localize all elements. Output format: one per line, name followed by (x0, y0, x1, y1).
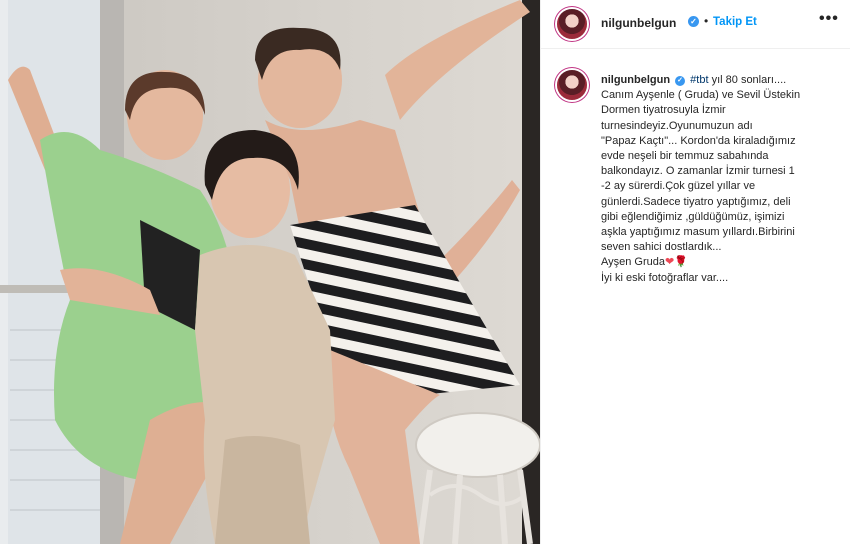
caption-avatar-icon[interactable] (557, 70, 587, 100)
caption-text: nilgunbelgun ✓ #tbt yıl 80 sonları.... C… (601, 73, 837, 286)
caption-line: gibi eğlendiğimiz ,güldüğümüz, işimizi (601, 210, 785, 223)
caption-line: balkondayız. O zamanlar İzmir turnesi 1 (601, 165, 795, 178)
heart-rose-emoji: ❤🌹 (665, 256, 688, 269)
separator-dot: • (704, 14, 709, 28)
verified-badge-icon: ✓ (675, 76, 686, 86)
post-side-panel: nilgunbelgun ✓ • Takip Et ••• nilgunbelg… (540, 0, 850, 544)
caption-line: günlerdi.Sadece tiyatro yaptığımız, deli (601, 195, 791, 208)
caption-line: Dormen tiyatrosuyla İzmir (601, 104, 726, 117)
verified-badge-icon: ✓ (688, 16, 699, 27)
caption-line: turnesindeyiz.Oyunumuzun adı (601, 119, 753, 132)
caption-line: seven sahici dostlardık... (601, 241, 722, 254)
post-header: nilgunbelgun ✓ • Takip Et ••• (541, 0, 850, 49)
caption-line: "Papaz Kaçtı"... Kordon'da kiraladığımız (601, 134, 796, 147)
caption-line: -2 ay sürerdi.Çok güzel yıllar ve (601, 180, 756, 193)
caption-line: evde neşeli bir temmuz sabahında (601, 150, 769, 163)
caption-line: İyi ki eski fotoğraflar var.... (601, 271, 729, 284)
hashtag-link[interactable]: #tbt (690, 74, 708, 86)
caption-line: Canım Ayşenle ( Gruda) ve Sevil Üstekin (601, 89, 801, 102)
follow-button[interactable]: Takip Et (713, 16, 757, 28)
caption-line: yıl 80 sonları.... (711, 74, 787, 86)
header-username[interactable]: nilgunbelgun (601, 16, 676, 30)
post-photo[interactable] (0, 0, 540, 544)
profile-avatar-icon[interactable] (557, 9, 587, 39)
caption-username[interactable]: nilgunbelgun (601, 74, 670, 86)
caption-line: aşkla yaptığımız masum yıllardı.Birbirin… (601, 226, 795, 239)
more-options-icon[interactable]: ••• (819, 10, 839, 28)
caption-line: Ayşen Gruda (601, 256, 666, 269)
photo-illustration (0, 0, 540, 544)
